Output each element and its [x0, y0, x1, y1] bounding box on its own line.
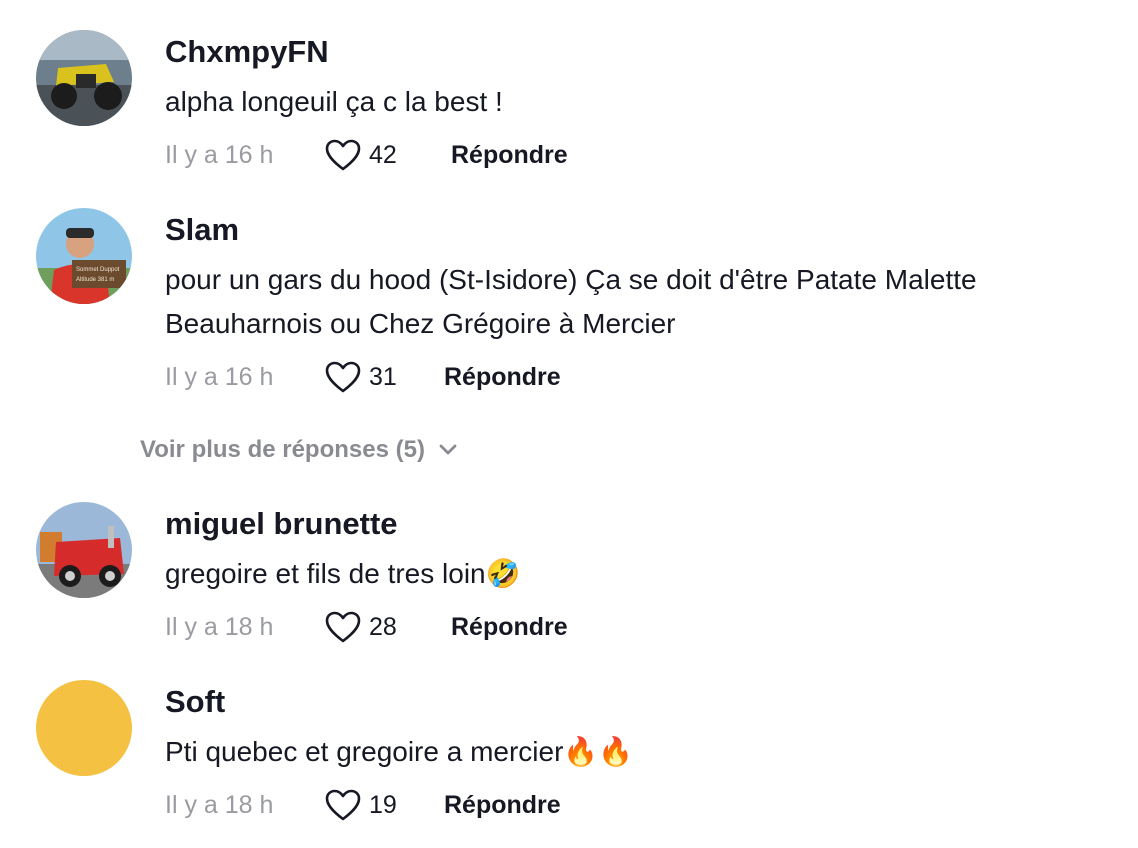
like-count: 28 — [369, 612, 397, 641]
comment-text: alpha longeuil ça c la best ! — [165, 86, 503, 117]
comment-timestamp: Il y a 18 h — [165, 612, 274, 641]
reply-button[interactable]: Répondre — [444, 363, 561, 392]
avatar[interactable]: Sommet Duppot Altitude 381 m — [36, 208, 132, 304]
heart-icon — [325, 611, 361, 643]
reply-button[interactable]: Répondre — [451, 613, 568, 642]
comment-text: pour un gars du hood (St-Isidore) Ça se … — [165, 264, 977, 339]
comment-meta: Il y a 18 h 19 Répondre — [165, 785, 561, 825]
chevron-down-icon — [439, 444, 457, 455]
comment-meta: Il y a 16 h 31 Répondre — [165, 357, 561, 397]
avatar[interactable] — [36, 680, 132, 776]
sign-text: Sommet Duppot — [76, 267, 120, 273]
comment-meta: Il y a 16 h 42 Répondre — [165, 135, 568, 175]
avatar[interactable] — [36, 502, 132, 598]
sign-text-2: Altitude 381 m — [76, 277, 114, 283]
comment-username[interactable]: Slam — [165, 212, 239, 248]
comment-text: Pti quebec et gregoire a mercier🔥🔥 — [165, 736, 634, 767]
comment-username[interactable]: miguel brunette — [165, 506, 398, 542]
comment-username[interactable]: ChxmpyFN — [165, 34, 329, 70]
like-button[interactable]: 28 — [325, 611, 451, 643]
reply-button[interactable]: Répondre — [451, 141, 568, 170]
like-button[interactable]: 19 — [325, 789, 444, 821]
heart-icon — [325, 789, 361, 821]
like-count: 19 — [369, 790, 397, 819]
avatar[interactable] — [36, 30, 132, 126]
comment-meta: Il y a 18 h 28 Répondre — [165, 607, 568, 647]
comment-timestamp: Il y a 16 h — [165, 140, 274, 169]
like-button[interactable]: 42 — [325, 139, 451, 171]
heart-icon — [325, 361, 361, 393]
comment-text: gregoire et fils de tres loin🤣 — [165, 558, 521, 589]
view-more-replies-label: Voir plus de réponses (5) — [140, 436, 425, 463]
like-count: 31 — [369, 362, 397, 391]
like-count: 42 — [369, 140, 397, 169]
comment-username[interactable]: Soft — [165, 684, 225, 720]
comment-timestamp: Il y a 16 h — [165, 362, 274, 391]
like-button[interactable]: 31 — [325, 361, 444, 393]
heart-icon — [325, 139, 361, 171]
view-more-replies-button[interactable]: Voir plus de réponses (5) — [140, 432, 457, 468]
comment-timestamp: Il y a 18 h — [165, 790, 274, 819]
reply-button[interactable]: Répondre — [444, 791, 561, 820]
